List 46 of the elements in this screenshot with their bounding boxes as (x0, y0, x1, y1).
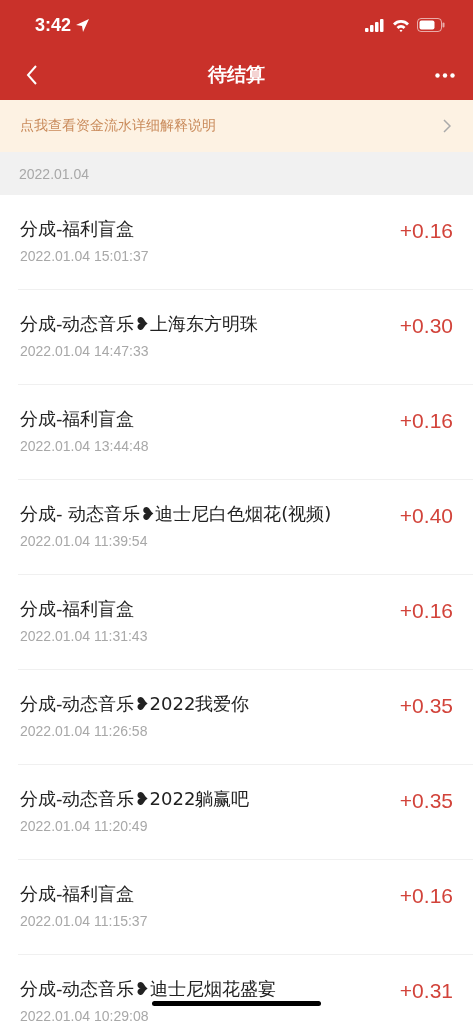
chevron-right-icon (443, 119, 451, 133)
transaction-title: 分成-动态音乐❥上海东方明珠 (20, 312, 258, 336)
transaction-time: 2022.01.04 11:31:43 (20, 628, 148, 644)
transaction-row[interactable]: 分成-动态音乐❥2022躺赢吧 2022.01.04 11:20:49 +0.35 (18, 765, 473, 860)
transaction-row[interactable]: 分成-动态音乐❥上海东方明珠 2022.01.04 14:47:33 +0.30 (18, 290, 473, 385)
section-date: 2022.01.04 (19, 165, 90, 182)
location-arrow-icon (75, 17, 91, 33)
transaction-row[interactable]: 分成-福利盲盒 2022.01.04 13:44:48 +0.16 (18, 385, 473, 480)
transaction-amount: +0.16 (399, 408, 453, 433)
transaction-title: 分成-动态音乐❥2022我爱你 (20, 692, 250, 716)
transaction-amount: +0.35 (399, 788, 453, 813)
transaction-amount: +0.30 (399, 313, 453, 338)
more-icon[interactable] (435, 72, 455, 78)
transaction-amount: +0.16 (399, 598, 453, 623)
transaction-amount: +0.16 (399, 883, 453, 908)
transaction-title: 分成-福利盲盒 (20, 597, 135, 621)
transaction-row[interactable]: 分成-福利盲盒 2022.01.04 15:01:37 +0.16 (18, 195, 473, 290)
transaction-time: 2022.01.04 11:39:54 (20, 533, 148, 549)
transaction-time: 2022.01.04 11:26:58 (20, 723, 148, 739)
wifi-icon (392, 18, 410, 32)
status-time: 3:42 (35, 14, 72, 36)
transaction-amount: +0.16 (399, 218, 453, 243)
transaction-title: 分成-福利盲盒 (20, 407, 135, 431)
battery-icon (417, 18, 445, 32)
transaction-row[interactable]: 分成- 动态音乐❥迪士尼白色烟花(视频) 2022.01.04 11:39:54 +0.40 (18, 480, 473, 575)
transaction-time: 2022.01.04 10:29:08 (20, 1008, 149, 1024)
signal-icon (365, 18, 385, 32)
transaction-amount: +0.40 (399, 503, 453, 528)
transaction-row[interactable]: 分成-福利盲盒 2022.01.04 11:31:43 +0.16 (18, 575, 473, 670)
transaction-title: 分成-福利盲盒 (20, 882, 135, 906)
transaction-time: 2022.01.04 11:20:49 (20, 818, 148, 834)
transaction-row[interactable]: 分成-动态音乐❥2022我爱你 2022.01.04 11:26:58 +0.35 (18, 670, 473, 765)
transaction-time: 2022.01.04 15:01:37 (20, 248, 149, 264)
transaction-time: 2022.01.04 14:47:33 (20, 343, 149, 359)
transaction-title: 分成-动态音乐❥迪士尼烟花盛宴 (20, 977, 276, 1001)
notice-text: 点我查看资金流水详细解释说明 (20, 117, 216, 135)
transaction-amount: +0.31 (399, 978, 453, 1003)
page-title: 待结算 (208, 62, 265, 87)
transaction-title: 分成-动态音乐❥2022躺赢吧 (20, 787, 250, 811)
back-icon[interactable] (26, 65, 38, 85)
transaction-title: 分成-福利盲盒 (20, 217, 135, 241)
transaction-amount: +0.35 (399, 693, 453, 718)
transaction-row[interactable]: 分成-福利盲盒 2022.01.04 11:15:37 +0.16 (18, 860, 473, 955)
transaction-time: 2022.01.04 13:44:48 (20, 438, 149, 454)
transaction-title: 分成- 动态音乐❥迪士尼白色烟花(视频) (20, 502, 332, 526)
transaction-time: 2022.01.04 11:15:37 (20, 913, 148, 929)
